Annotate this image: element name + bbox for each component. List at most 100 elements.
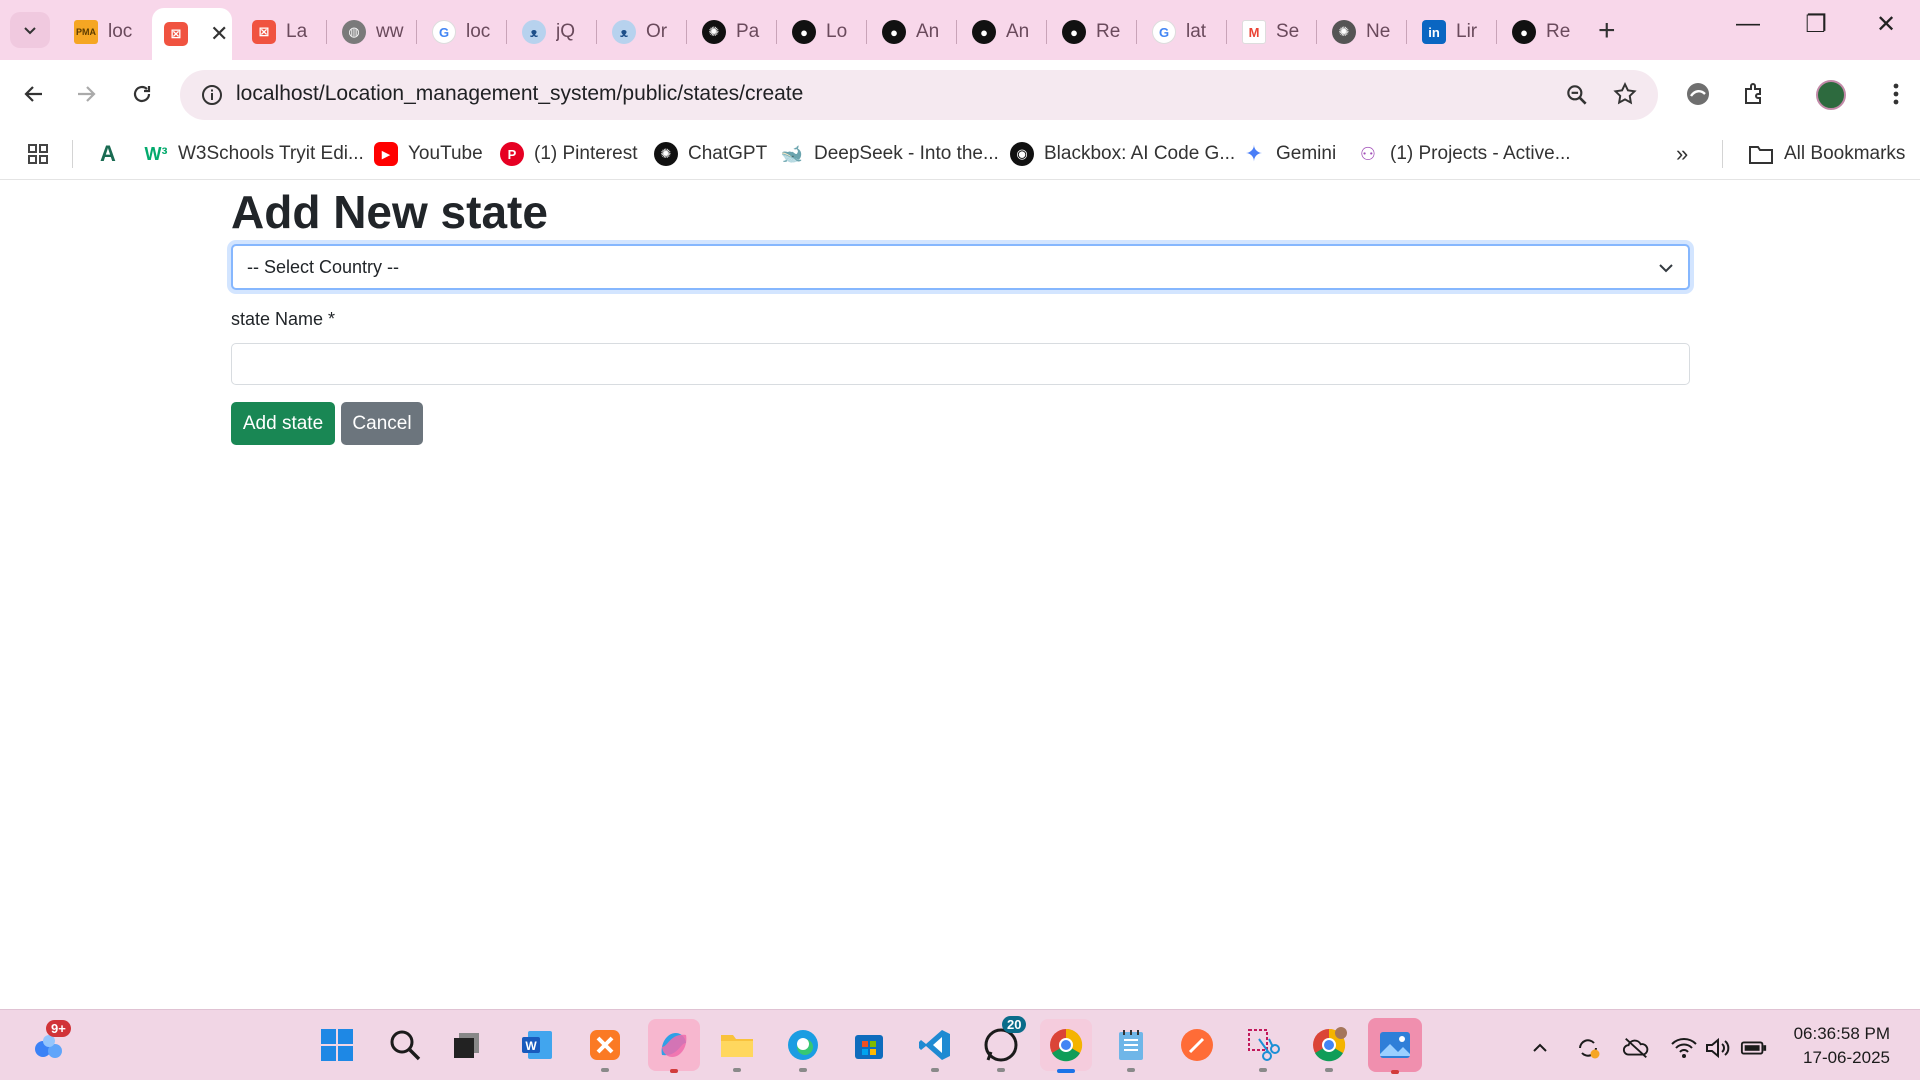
tab-owl[interactable]: ᴥ Or bbox=[600, 12, 684, 52]
arrow-right-icon bbox=[78, 86, 96, 102]
taskbar-notepad[interactable] bbox=[1110, 1024, 1152, 1072]
more-menu-icon[interactable] bbox=[1880, 78, 1912, 110]
edge-icon bbox=[788, 1030, 818, 1060]
cancel-button[interactable]: Cancel bbox=[341, 402, 423, 445]
bookmark-youtube[interactable]: ▶ YouTube bbox=[374, 140, 483, 168]
url-text[interactable]: localhost/Location_management_system/pub… bbox=[236, 82, 803, 106]
taskbar-copilot[interactable] bbox=[648, 1019, 700, 1073]
folder-icon bbox=[721, 1035, 753, 1057]
volume-icon[interactable] bbox=[1704, 1034, 1732, 1062]
tab-chatgpt[interactable]: ✺ Pa bbox=[690, 12, 774, 52]
extension-shield-icon[interactable] bbox=[1682, 78, 1714, 110]
tab-laravel-active[interactable]: ⊠ ✕ bbox=[152, 8, 232, 60]
battery-icon[interactable] bbox=[1740, 1034, 1768, 1062]
windows-logo-icon bbox=[321, 1029, 353, 1061]
google-icon: G bbox=[1152, 20, 1176, 44]
bookmark-star-icon[interactable] bbox=[1612, 81, 1638, 107]
forward-button[interactable] bbox=[68, 76, 104, 112]
restore-icon[interactable]: ❐ bbox=[1796, 10, 1836, 39]
tab-globe[interactable]: ◍ ww bbox=[330, 12, 414, 52]
bookmark-projects[interactable]: ⚇ (1) Projects - Active... bbox=[1356, 140, 1571, 168]
tab-search-button[interactable] bbox=[10, 12, 50, 48]
minimize-icon[interactable]: — bbox=[1728, 10, 1768, 38]
country-select[interactable]: -- Select Country -- bbox=[231, 244, 1690, 290]
taskbar-whatsapp[interactable]: 20 bbox=[980, 1016, 1027, 1072]
add-state-button[interactable]: Add state bbox=[231, 402, 335, 445]
running-indicator bbox=[1127, 1068, 1135, 1072]
show-hidden-icons-button[interactable] bbox=[1526, 1034, 1554, 1062]
profile-avatar[interactable] bbox=[1816, 80, 1846, 110]
close-tab-icon[interactable]: ✕ bbox=[210, 21, 228, 47]
bookmark-divider bbox=[72, 140, 73, 168]
taskbar-edge[interactable] bbox=[782, 1024, 824, 1072]
running-indicator bbox=[601, 1068, 609, 1072]
bookmark-gemini[interactable]: ✦ Gemini bbox=[1242, 140, 1336, 168]
wifi-icon[interactable] bbox=[1670, 1034, 1698, 1062]
tab-github-3[interactable]: ● An bbox=[960, 12, 1044, 52]
state-name-input[interactable] bbox=[231, 343, 1690, 385]
page-title: Add New state bbox=[231, 186, 548, 238]
tab-gmail[interactable]: M Se bbox=[1230, 12, 1314, 52]
sync-icon[interactable] bbox=[1574, 1034, 1602, 1062]
tab-github-5[interactable]: ● Re bbox=[1500, 12, 1584, 52]
back-button[interactable] bbox=[16, 76, 52, 112]
site-info-icon[interactable] bbox=[200, 83, 224, 107]
taskbar-xampp[interactable] bbox=[584, 1024, 626, 1072]
country-select-value: -- Select Country -- bbox=[247, 256, 400, 277]
github-icon: ● bbox=[972, 20, 996, 44]
task-view-button[interactable] bbox=[446, 1024, 488, 1066]
taskbar-store[interactable] bbox=[848, 1024, 890, 1066]
all-bookmarks-button[interactable]: All Bookmarks bbox=[1748, 140, 1905, 168]
new-tab-button[interactable]: + bbox=[1598, 14, 1616, 48]
reload-button[interactable] bbox=[124, 76, 160, 112]
tab-github-4[interactable]: ● Re bbox=[1050, 12, 1134, 52]
apps-grid-icon[interactable] bbox=[26, 140, 50, 168]
taskbar-word[interactable]: W bbox=[516, 1024, 558, 1066]
taskbar-snipping-tool[interactable] bbox=[1242, 1024, 1284, 1072]
state-name-label: state Name * bbox=[231, 309, 336, 329]
tab-github-1[interactable]: ● Lo bbox=[780, 12, 864, 52]
tab-google[interactable]: G loc bbox=[420, 12, 504, 52]
tab-google-2[interactable]: G lat bbox=[1140, 12, 1224, 52]
chrome-icon bbox=[1050, 1028, 1083, 1062]
search-button[interactable] bbox=[384, 1024, 426, 1066]
tab-chatgpt-2[interactable]: ✺ Ne bbox=[1320, 12, 1404, 52]
taskbar-vscode[interactable] bbox=[914, 1024, 956, 1072]
tab-github-2[interactable]: ● An bbox=[870, 12, 954, 52]
system-clock[interactable]: 06:36:58 PM 17-06-2025 bbox=[1794, 1022, 1890, 1070]
taskbar-chrome-profile[interactable] bbox=[1308, 1024, 1350, 1072]
taskbar-postman[interactable] bbox=[1176, 1024, 1218, 1066]
bookmark-w3schools[interactable]: W³ W3Schools Tryit Edi... bbox=[144, 140, 364, 168]
taskbar-photos[interactable] bbox=[1368, 1018, 1422, 1074]
close-window-icon[interactable]: ✕ bbox=[1866, 10, 1906, 39]
taskbar-file-explorer[interactable] bbox=[716, 1024, 758, 1072]
zoom-icon[interactable] bbox=[1564, 82, 1590, 108]
start-button[interactable] bbox=[316, 1024, 358, 1066]
chevron-down-icon bbox=[24, 27, 36, 35]
tab-divider bbox=[416, 20, 417, 44]
clock-time: 06:36:58 PM bbox=[1793, 1024, 1890, 1043]
reload-icon bbox=[133, 85, 151, 103]
tab-linkedin[interactable]: in Lir bbox=[1410, 12, 1494, 52]
bookmark-chatgpt[interactable]: ✺ ChatGPT bbox=[654, 140, 767, 168]
github-icon: ● bbox=[1062, 20, 1086, 44]
more-bookmarks-chevron-icon[interactable]: » bbox=[1676, 140, 1688, 168]
taskbar-chrome[interactable] bbox=[1040, 1019, 1092, 1073]
xampp-icon bbox=[590, 1030, 620, 1060]
tab-divider bbox=[1406, 20, 1407, 44]
bookmark-pinterest[interactable]: P (1) Pinterest bbox=[500, 140, 637, 168]
tab-phpmyadmin[interactable]: PMA loc bbox=[62, 12, 150, 52]
onedrive-offline-icon[interactable] bbox=[1622, 1034, 1650, 1062]
widgets-button[interactable]: 9+ bbox=[28, 1020, 71, 1066]
page-content: Add New state -- Select Country -- state… bbox=[0, 181, 1920, 1009]
tab-divider bbox=[326, 20, 327, 44]
bookmark-blackbox[interactable]: ◉ Blackbox: AI Code G... bbox=[1010, 140, 1235, 168]
bookmark-a-logo[interactable]: A bbox=[96, 140, 130, 168]
tab-jquery[interactable]: ᴥ jQ bbox=[510, 12, 594, 52]
chevron-down-icon bbox=[1659, 264, 1673, 273]
tab-laravel[interactable]: ⊠ La bbox=[240, 12, 320, 52]
bookmark-deepseek[interactable]: 🐋 DeepSeek - Into the... bbox=[780, 140, 999, 168]
extensions-puzzle-icon[interactable] bbox=[1738, 78, 1770, 110]
youtube-icon: ▶ bbox=[374, 142, 398, 166]
address-bar[interactable]: localhost/Location_management_system/pub… bbox=[180, 70, 1658, 120]
